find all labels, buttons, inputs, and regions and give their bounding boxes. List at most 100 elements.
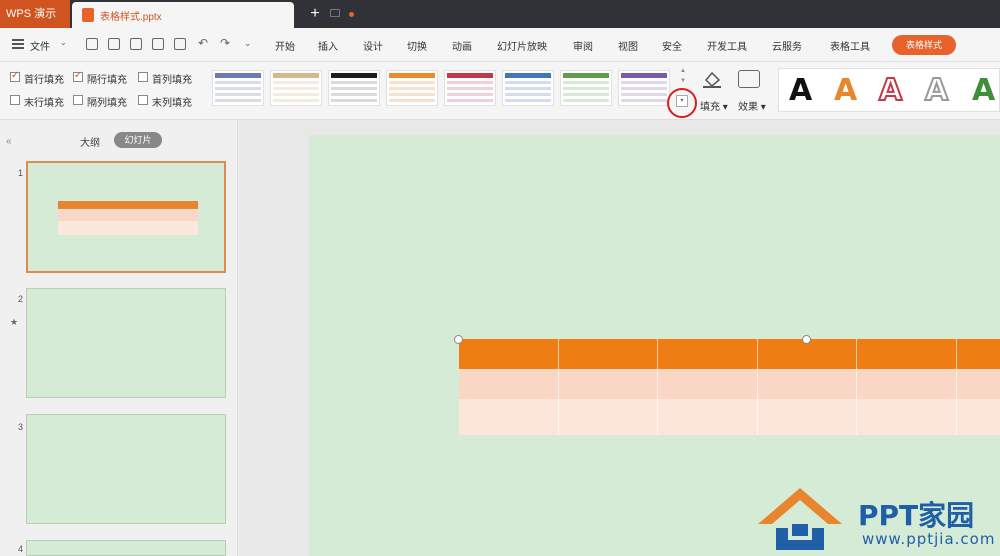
menu-table-tools[interactable]: 表格工具 bbox=[830, 38, 870, 53]
checkbox-last-column[interactable] bbox=[138, 95, 148, 105]
resize-handle[interactable] bbox=[802, 335, 811, 344]
menu-home[interactable]: 开始 bbox=[275, 38, 295, 53]
resize-handle[interactable] bbox=[454, 335, 463, 344]
save-icon[interactable] bbox=[108, 38, 120, 50]
table-column-divider bbox=[757, 339, 758, 435]
fill-button[interactable]: 填充 ▾ bbox=[700, 98, 728, 113]
tab-slides[interactable]: 幻灯片 bbox=[114, 132, 162, 148]
annotation-circle bbox=[667, 88, 697, 118]
document-tab[interactable]: 表格样式.pptx bbox=[72, 2, 354, 28]
chevron-down-icon[interactable]: ⌄ bbox=[60, 38, 67, 47]
table-style-option[interactable] bbox=[212, 70, 264, 106]
style-preview-row bbox=[621, 99, 667, 102]
table-style-tab-button[interactable]: 表格样式 bbox=[892, 35, 956, 55]
monitor-icon[interactable] bbox=[330, 9, 340, 17]
slide-number: 4 bbox=[18, 544, 24, 554]
table-column-divider bbox=[558, 339, 559, 435]
redo-icon[interactable]: ↷ bbox=[220, 36, 230, 50]
style-preview-row bbox=[215, 99, 261, 102]
wordart-style-orange[interactable]: A bbox=[834, 71, 857, 111]
watermark-house-logo-icon bbox=[758, 488, 842, 550]
menu-view[interactable]: 视图 bbox=[618, 38, 638, 53]
fill-bucket-icon[interactable] bbox=[700, 70, 724, 88]
watermark-url: www.pptjia.com bbox=[862, 530, 996, 548]
tab-outline[interactable]: 大纲 bbox=[80, 134, 100, 149]
style-preview-header bbox=[331, 73, 377, 78]
wordart-style-green[interactable]: A bbox=[972, 71, 995, 111]
style-preview-row bbox=[389, 81, 435, 84]
print-icon[interactable] bbox=[152, 38, 164, 50]
document-title: 表格样式.pptx bbox=[100, 12, 162, 23]
style-preview-row bbox=[563, 87, 609, 90]
menu-insert[interactable]: 插入 bbox=[318, 38, 338, 53]
table-style-option[interactable] bbox=[444, 70, 496, 106]
style-preview-row bbox=[447, 87, 493, 90]
checkbox-header-row[interactable] bbox=[10, 70, 20, 82]
style-preview-row bbox=[389, 87, 435, 90]
wordart-style-red-outline[interactable]: A bbox=[878, 71, 903, 111]
table-style-option[interactable] bbox=[618, 70, 670, 106]
slide-thumbnail-4[interactable] bbox=[26, 540, 226, 556]
menu-slideshow[interactable]: 幻灯片放映 bbox=[497, 38, 547, 53]
wordart-style-black[interactable]: A bbox=[789, 71, 812, 111]
thumbnail-table-row bbox=[58, 209, 198, 221]
style-preview-row bbox=[563, 93, 609, 96]
style-preview-row bbox=[505, 93, 551, 96]
style-preview-row bbox=[273, 93, 319, 96]
table-style-option[interactable] bbox=[502, 70, 554, 106]
style-preview-row bbox=[331, 99, 377, 102]
style-preview-row bbox=[215, 87, 261, 90]
checkbox-label: 首列填充 bbox=[152, 75, 192, 86]
menu-transition[interactable]: 切换 bbox=[407, 38, 427, 53]
checkbox-first-column[interactable] bbox=[138, 72, 148, 82]
table-body-row[interactable] bbox=[459, 369, 1000, 399]
effect-button[interactable]: 效果 ▾ bbox=[738, 98, 766, 113]
wordart-gallery: A A A A A bbox=[778, 68, 1000, 112]
undo-icon[interactable]: ↶ bbox=[198, 36, 208, 50]
style-preview-row bbox=[621, 81, 667, 84]
watermark-brand: PPT家园 bbox=[858, 499, 975, 532]
table-style-option[interactable] bbox=[560, 70, 612, 106]
customize-quick-access-icon[interactable]: ⌄ bbox=[244, 38, 252, 49]
wordart-style-gray-outline[interactable]: A bbox=[924, 71, 949, 111]
scroll-down-icon[interactable]: ▼ bbox=[680, 78, 686, 84]
menu-design[interactable]: 设计 bbox=[363, 38, 383, 53]
menu-animation[interactable]: 动画 bbox=[452, 38, 472, 53]
open-folder-icon[interactable] bbox=[86, 38, 98, 50]
style-preview-row bbox=[621, 93, 667, 96]
export-pdf-icon[interactable] bbox=[130, 38, 142, 50]
style-preview-row bbox=[215, 93, 261, 96]
checkbox-label: 末列填充 bbox=[152, 98, 192, 109]
checkbox-banded-columns[interactable] bbox=[73, 95, 83, 105]
slide-thumbnail-panel: « 大纲 幻灯片 1 2 ★ 3 4 bbox=[0, 120, 238, 556]
checkbox-label: 首行填充 bbox=[24, 75, 64, 86]
menu-security[interactable]: 安全 bbox=[662, 38, 682, 53]
app-tab[interactable]: WPS 演示 bbox=[0, 0, 70, 28]
animation-star-icon: ★ bbox=[10, 317, 19, 327]
slide-thumbnail-3[interactable] bbox=[26, 414, 226, 524]
style-preview-header bbox=[563, 73, 609, 78]
style-preview-row bbox=[563, 99, 609, 102]
file-menu[interactable]: 文件 bbox=[30, 38, 50, 53]
checkbox-banded-rows[interactable] bbox=[73, 70, 83, 82]
table-style-option[interactable] bbox=[328, 70, 380, 106]
checkbox-total-row[interactable] bbox=[10, 95, 20, 105]
presentation-file-icon bbox=[82, 8, 94, 22]
style-preview-header bbox=[447, 73, 493, 78]
slide-thumbnail-2[interactable] bbox=[26, 288, 226, 398]
new-tab-button[interactable]: + bbox=[306, 4, 324, 24]
slide-thumbnail-1[interactable] bbox=[26, 161, 226, 273]
effect-icon[interactable] bbox=[738, 70, 760, 88]
scroll-up-icon[interactable]: ▲ bbox=[680, 68, 686, 74]
collapse-panel-icon[interactable]: « bbox=[6, 136, 12, 147]
hamburger-menu-icon[interactable] bbox=[12, 39, 24, 49]
menu-review[interactable]: 审阅 bbox=[573, 38, 593, 53]
table-body-row[interactable] bbox=[459, 399, 1000, 435]
menu-cloud[interactable]: 云服务 bbox=[772, 38, 802, 53]
print-preview-icon[interactable] bbox=[174, 38, 186, 50]
table-style-option[interactable] bbox=[386, 70, 438, 106]
menu-developer[interactable]: 开发工具 bbox=[707, 38, 747, 53]
table-style-option[interactable] bbox=[270, 70, 322, 106]
table-header-row[interactable] bbox=[459, 339, 1000, 369]
style-preview-row bbox=[331, 93, 377, 96]
